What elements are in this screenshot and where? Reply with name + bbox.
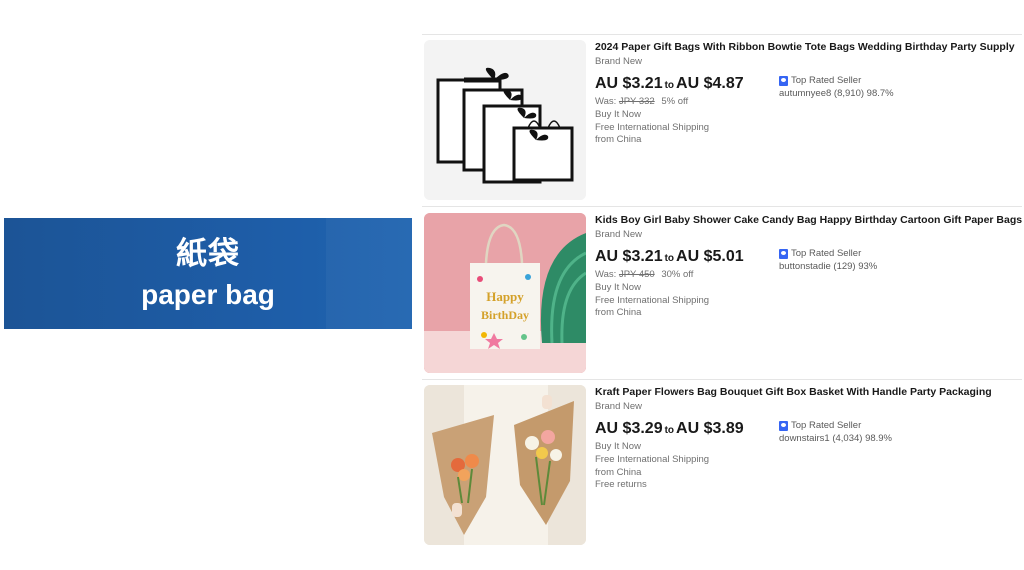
discount: 5% off: [661, 96, 689, 107]
search-results-list: 2024 Paper Gift Bags With Ribbon Bowtie …: [422, 0, 1024, 570]
item-location: from China: [595, 307, 642, 319]
buying-format: Buy It Now: [595, 281, 641, 293]
buying-format: Buy It Now: [595, 108, 641, 120]
price-low: AU $3.29: [595, 420, 663, 437]
bag-text-happy: Happy: [486, 289, 524, 304]
listing-item[interactable]: Kraft Paper Flowers Bag Bouquet Gift Box…: [422, 379, 1024, 545]
item-location: from China: [595, 134, 642, 146]
listing-image[interactable]: [424, 385, 586, 545]
top-rated-seller-icon: [779, 420, 788, 431]
listing-image[interactable]: Happy BirthDay: [424, 213, 586, 373]
seller-info: Top Rated Seller buttonstadie (129) 93%: [779, 247, 877, 273]
seller-info: Top Rated Seller autumnyee8 (8,910) 98.7…: [779, 74, 894, 100]
item-location: from China: [595, 466, 642, 478]
top-rated-seller-icon: [779, 75, 788, 86]
top-rated-badge: Top Rated Seller: [779, 247, 877, 260]
listing-condition: Brand New: [595, 229, 642, 240]
listing-info: Kids Boy Girl Baby Shower Cake Candy Bag…: [595, 213, 1022, 357]
price-to: to: [664, 80, 675, 91]
kraft-flower-bouquet-bags-icon: [424, 385, 586, 545]
discount: 30% off: [661, 269, 694, 280]
badge-label: Top Rated Seller: [791, 248, 862, 259]
seller-name[interactable]: autumnyee8 (8,910) 98.7%: [779, 87, 894, 100]
returns: Free returns: [595, 479, 647, 491]
seller-name[interactable]: buttonstadie (129) 93%: [779, 260, 877, 273]
price-low: AU $3.21: [595, 248, 663, 265]
listing-title[interactable]: Kids Boy Girl Baby Shower Cake Candy Bag…: [595, 213, 1022, 227]
was-label: Was:: [595, 269, 617, 280]
category-banner: 紙袋 paper bag: [4, 218, 412, 329]
price-low: AU $3.21: [595, 75, 663, 92]
listing-item[interactable]: Happy BirthDay Kids Boy Girl Baby Shower…: [422, 207, 1024, 373]
was-label: Was:: [595, 96, 617, 107]
top-rated-seller-icon: [779, 248, 788, 259]
banner-stripe: [326, 218, 412, 329]
listing-info: 2024 Paper Gift Bags With Ribbon Bowtie …: [595, 40, 1020, 184]
price-to: to: [664, 253, 675, 264]
banner-subtitle: paper bag: [141, 278, 275, 310]
badge-label: Top Rated Seller: [791, 420, 862, 431]
listing-title[interactable]: 2024 Paper Gift Bags With Ribbon Bowtie …: [595, 40, 1020, 54]
seller-info: Top Rated Seller downstairs1 (4,034) 98.…: [779, 419, 892, 445]
price-high: AU $5.01: [676, 248, 744, 265]
shipping: Free International Shipping: [595, 294, 710, 306]
price-high: AU $4.87: [676, 75, 744, 92]
listing-title[interactable]: Kraft Paper Flowers Bag Bouquet Gift Box…: [595, 385, 1020, 399]
happy-birthday-paper-bag-icon: Happy BirthDay: [424, 213, 586, 373]
top-rated-badge: Top Rated Seller: [779, 419, 892, 432]
seller-name[interactable]: downstairs1 (4,034) 98.9%: [779, 432, 892, 445]
listing-image[interactable]: [424, 40, 586, 200]
banner-title: 紙袋: [176, 235, 240, 271]
price-high: AU $3.89: [676, 420, 744, 437]
listing-item[interactable]: 2024 Paper Gift Bags With Ribbon Bowtie …: [422, 34, 1024, 200]
white-gift-bags-with-black-ribbon-icon: [424, 40, 586, 200]
shipping: Free International Shipping: [595, 453, 710, 465]
listing-condition: Brand New: [595, 401, 642, 412]
was-amount: JPY 450: [618, 269, 655, 280]
top-rated-badge: Top Rated Seller: [779, 74, 894, 87]
price-to: to: [664, 425, 675, 436]
badge-label: Top Rated Seller: [791, 75, 862, 86]
was-amount: JPY 332: [618, 96, 655, 107]
shipping: Free International Shipping: [595, 121, 710, 133]
listing-info: Kraft Paper Flowers Bag Bouquet Gift Box…: [595, 385, 1020, 529]
listing-condition: Brand New: [595, 56, 642, 67]
bag-text-birthday: BirthDay: [481, 308, 529, 322]
